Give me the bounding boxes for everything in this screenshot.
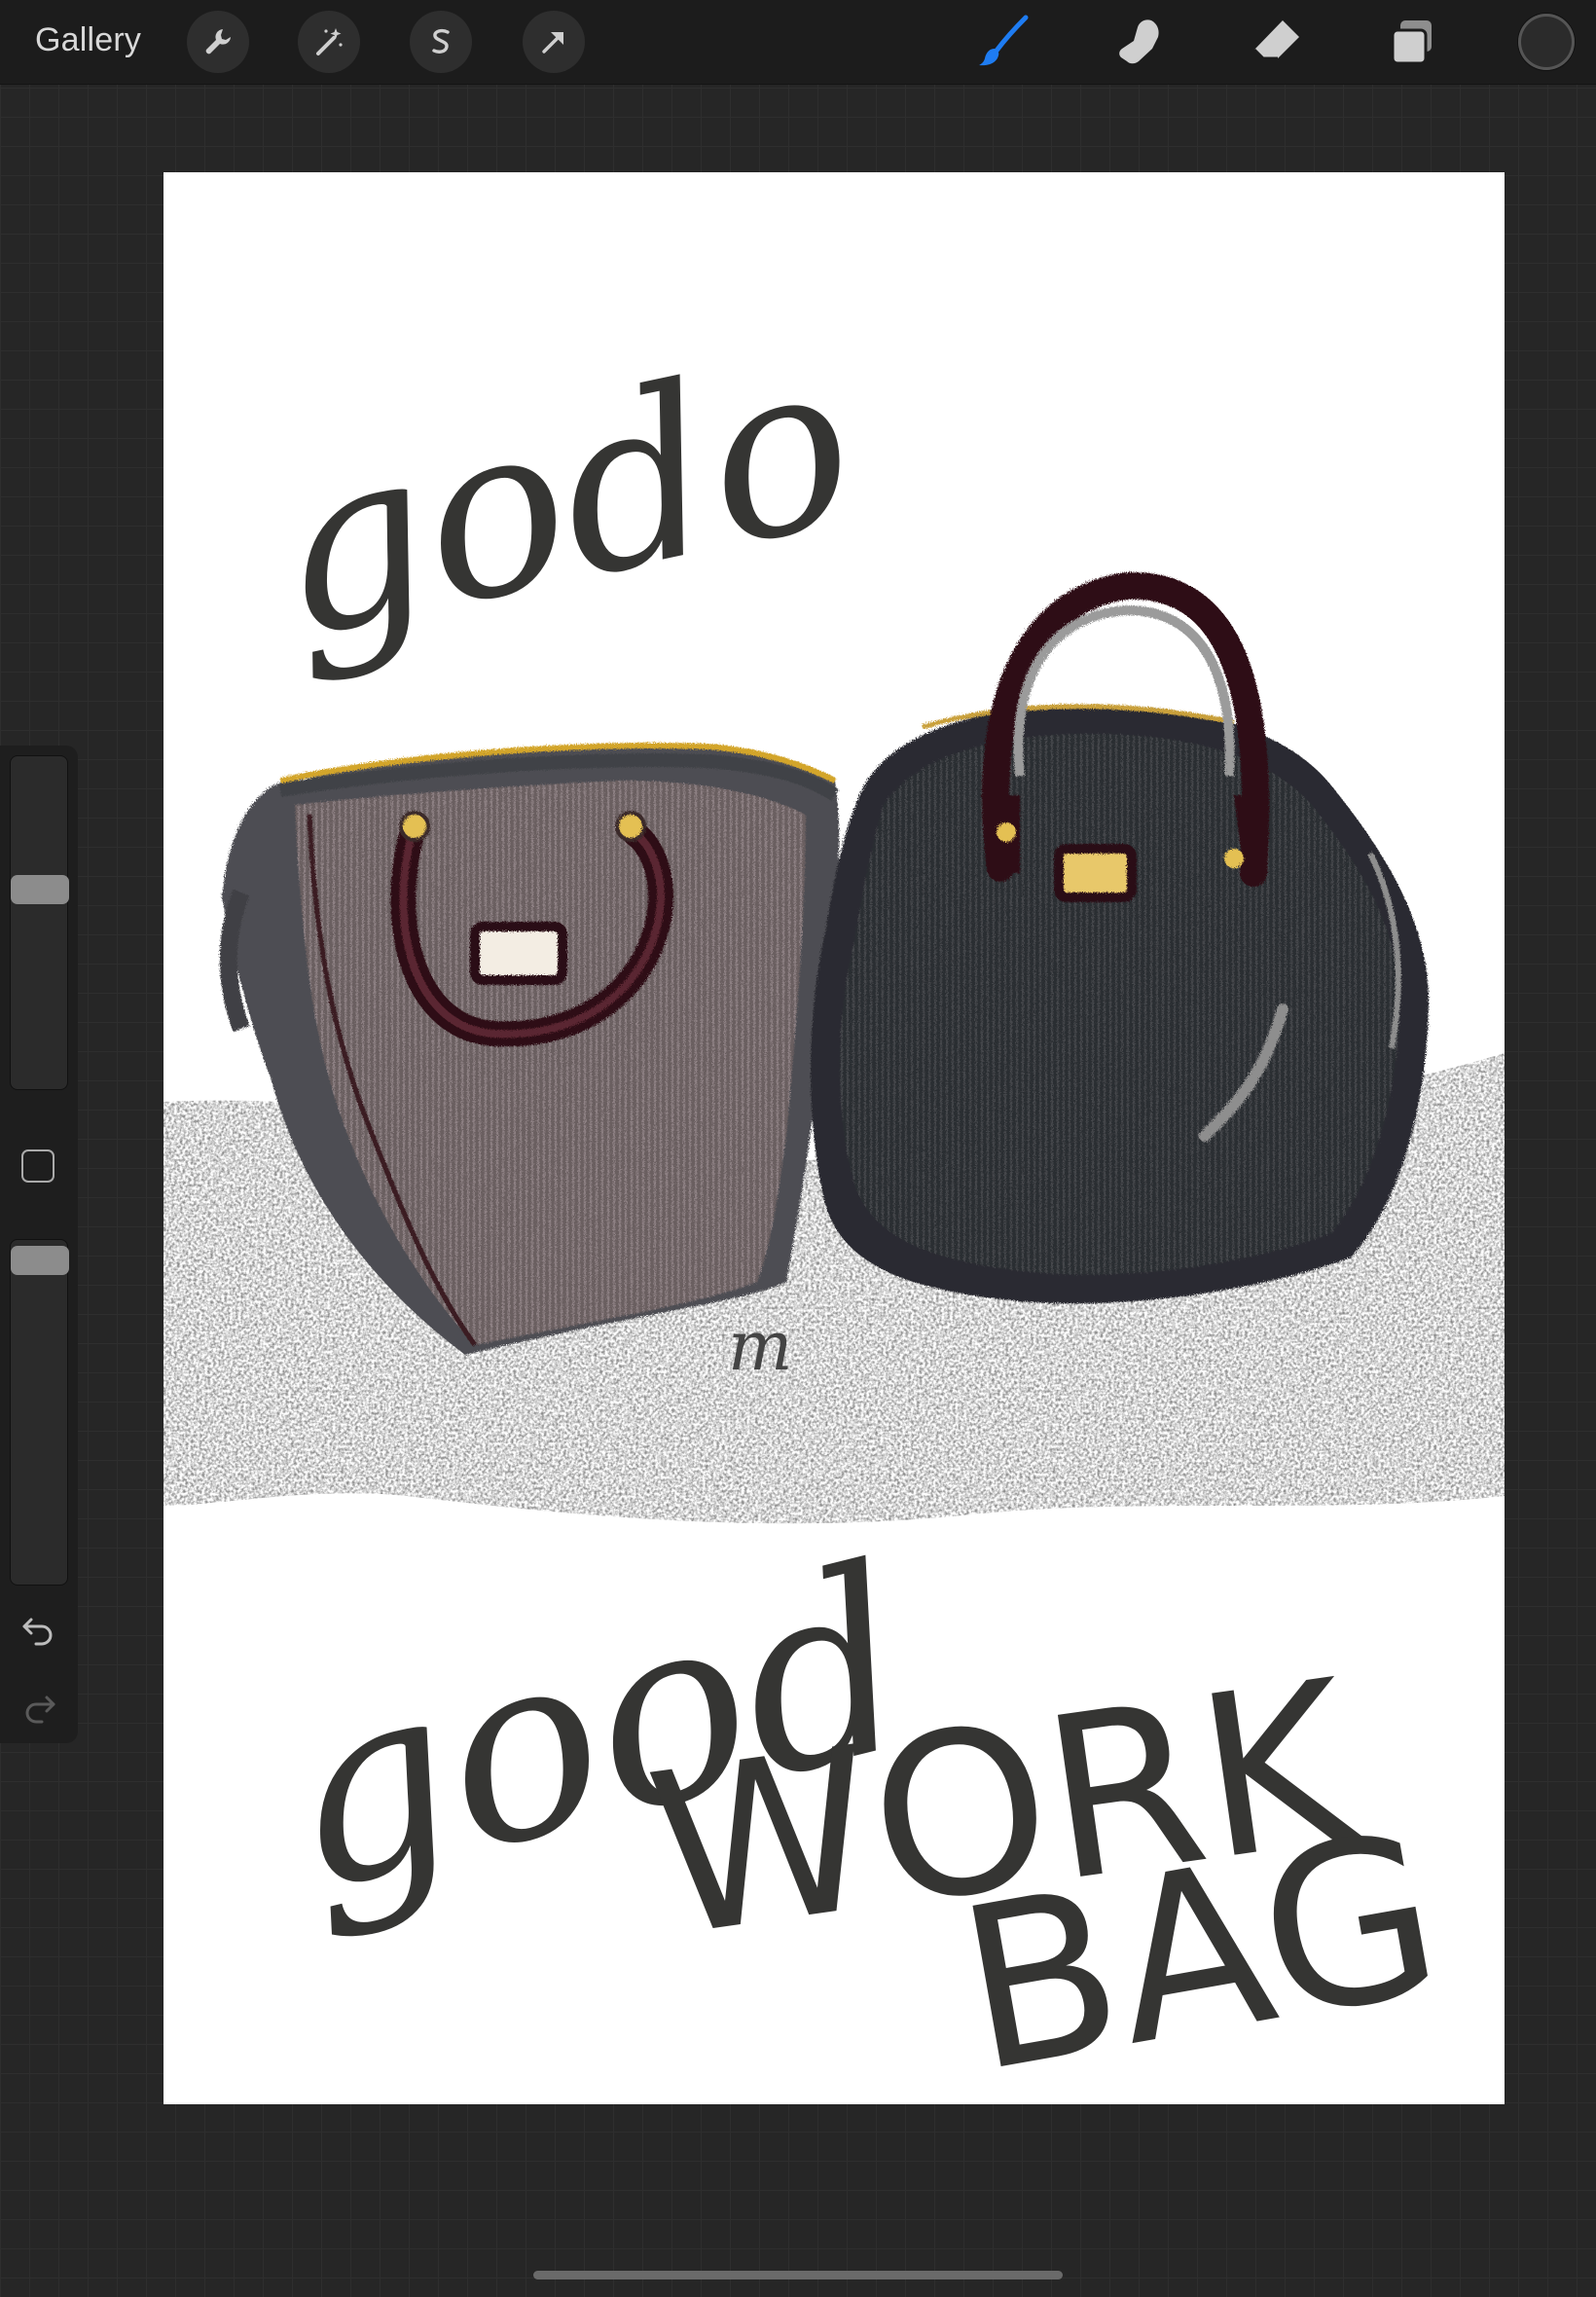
magic-wand-icon [316,28,343,55]
layers-button[interactable] [1383,13,1441,71]
undo-button[interactable] [19,1610,58,1649]
left-sidebar [0,746,78,1743]
brush-tool-button[interactable] [974,13,1033,71]
top-toolbar: Gallery [0,0,1596,85]
redo-arrow-icon [25,1695,55,1724]
eraser-tool-button[interactable] [1248,13,1306,71]
opacity-thumb[interactable] [11,1246,69,1275]
gallery-button[interactable]: Gallery [35,21,141,59]
actions-button[interactable] [187,11,249,73]
home-indicator[interactable] [533,2271,1063,2279]
brush-size-thumb[interactable] [11,875,69,904]
right-handbag [811,571,1429,1304]
arrow-cursor-icon [542,32,563,54]
brush-icon [979,15,1029,66]
artwork: godo good WORK BAG m [163,305,1505,2104]
selection-s-icon [432,28,450,54]
selection-button[interactable] [410,11,472,73]
layers-icon [1391,20,1432,65]
modify-button[interactable] [21,1149,54,1183]
wrench-icon [205,29,231,55]
color-picker-button[interactable] [1518,14,1575,70]
transform-button[interactable] [523,11,585,73]
brush-size-slider[interactable] [10,755,69,1090]
smudge-tool-button[interactable] [1110,13,1169,71]
eraser-icon [1252,20,1299,60]
redo-button[interactable] [19,1688,58,1727]
drawing-canvas[interactable]: godo good WORK BAG m [163,172,1505,2104]
lettering-top: godo [251,305,875,692]
opacity-slider[interactable] [10,1239,69,1586]
smudge-finger-icon [1119,19,1159,64]
undo-arrow-icon [22,1618,53,1646]
adjustments-button[interactable] [298,11,360,73]
signature: m [728,1306,792,1386]
